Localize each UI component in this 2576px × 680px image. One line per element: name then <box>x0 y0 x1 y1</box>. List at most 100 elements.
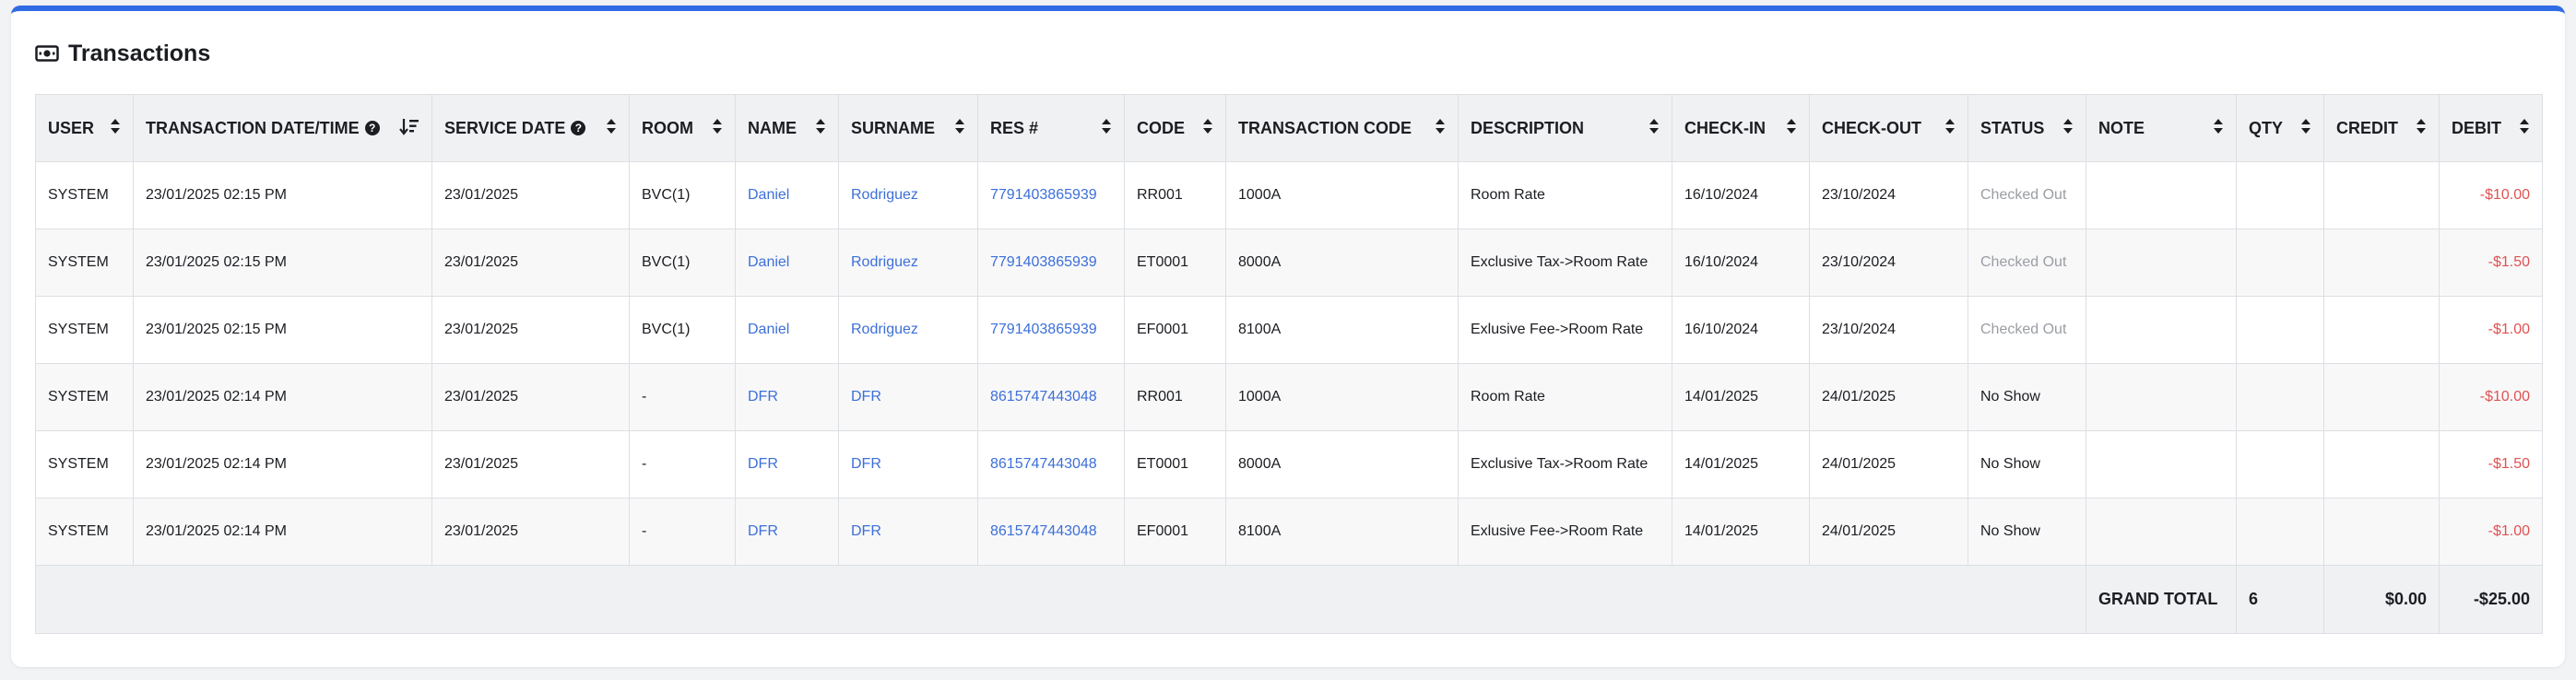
cell-debit: -$1.00 <box>2439 296 2543 364</box>
name-link[interactable]: Daniel <box>748 322 789 337</box>
sort-control[interactable] <box>1648 118 1660 139</box>
column-header-qty[interactable]: QTY <box>2236 94 2324 162</box>
cell-code: ET0001 <box>1124 430 1226 498</box>
cell-name: DFR <box>735 430 839 498</box>
sort-control[interactable] <box>110 118 121 139</box>
cell-res: 7791403865939 <box>977 161 1125 229</box>
sort-control[interactable] <box>954 118 965 139</box>
surname-link[interactable]: Rodriguez <box>851 187 918 203</box>
res-link[interactable]: 7791403865939 <box>990 322 1097 337</box>
cell-surname: Rodriguez <box>838 296 978 364</box>
res-link[interactable]: 8615747443048 <box>990 456 1097 472</box>
sort-control[interactable] <box>1944 118 1956 139</box>
cell-res: 7791403865939 <box>977 296 1125 364</box>
grand-total-qty: 6 <box>2236 565 2324 634</box>
sort-control[interactable] <box>399 117 419 140</box>
cell-checkin: 16/10/2024 <box>1672 296 1810 364</box>
cell-debit: -$10.00 <box>2439 161 2543 229</box>
sort-control[interactable] <box>2213 118 2224 139</box>
column-label: CHECK-OUT <box>1822 118 1921 137</box>
sort-control[interactable] <box>1101 118 1112 139</box>
res-link[interactable]: 8615747443048 <box>990 523 1097 539</box>
column-header-txn-code[interactable]: TRANSACTION CODE <box>1225 94 1459 162</box>
sort-icon <box>816 118 825 134</box>
column-header-checkin[interactable]: CHECK-IN <box>1672 94 1810 162</box>
column-header-txn-datetime[interactable]: TRANSACTION DATE/TIME? <box>133 94 432 162</box>
surname-link[interactable]: DFR <box>851 523 881 539</box>
cell-note <box>2086 498 2237 566</box>
column-header-credit[interactable]: CREDIT <box>2323 94 2440 162</box>
cell-surname: Rodriguez <box>838 161 978 229</box>
column-header-code[interactable]: CODE <box>1124 94 1226 162</box>
cell-code: EF0001 <box>1124 498 1226 566</box>
cell-txn-datetime: 23/01/2025 02:14 PM <box>133 498 432 566</box>
cell-code: ET0001 <box>1124 229 1226 297</box>
column-label: TRANSACTION DATE/TIME <box>146 118 360 137</box>
res-link[interactable]: 7791403865939 <box>990 254 1097 270</box>
res-link[interactable]: 7791403865939 <box>990 187 1097 203</box>
cell-service-date: 23/01/2025 <box>431 161 630 229</box>
transactions-table: USER TRANSACTION DATE/TIME? SERVICE DATE? R… <box>35 94 2543 634</box>
name-link[interactable]: Daniel <box>748 254 789 270</box>
column-label: SERVICE DATE <box>444 118 566 137</box>
name-link[interactable]: DFR <box>748 389 778 404</box>
column-header-description[interactable]: DESCRIPTION <box>1458 94 1672 162</box>
cell-description: Exclusive Tax->Room Rate <box>1458 229 1672 297</box>
column-header-service-date[interactable]: SERVICE DATE? <box>431 94 630 162</box>
column-label: CREDIT <box>2336 118 2398 137</box>
column-header-status[interactable]: STATUS <box>1967 94 2086 162</box>
column-label: CODE <box>1137 118 1186 137</box>
sort-control[interactable] <box>712 118 723 139</box>
column-header-debit[interactable]: DEBIT <box>2439 94 2543 162</box>
cell-credit <box>2323 430 2440 498</box>
table-row: SYSTEM 23/01/2025 02:15 PM 23/01/2025 BVC(1… <box>35 229 2543 297</box>
name-link[interactable]: DFR <box>748 523 778 539</box>
grand-total-debit: -$25.00 <box>2439 565 2543 634</box>
sort-control[interactable] <box>2062 118 2074 139</box>
cell-credit <box>2323 363 2440 431</box>
column-header-note[interactable]: NOTE <box>2086 94 2237 162</box>
cell-debit: -$1.00 <box>2439 498 2543 566</box>
column-header-user[interactable]: USER <box>35 94 134 162</box>
cell-service-date: 23/01/2025 <box>431 363 630 431</box>
column-header-checkout[interactable]: CHECK-OUT <box>1809 94 1968 162</box>
name-link[interactable]: DFR <box>748 456 778 472</box>
sort-control[interactable] <box>2300 118 2311 139</box>
cell-surname: Rodriguez <box>838 229 978 297</box>
sort-control[interactable] <box>1435 118 1446 139</box>
grand-total-row: GRAND TOTAL 6 $0.00 -$25.00 <box>35 565 2543 634</box>
footer-spacer <box>35 565 2086 634</box>
surname-link[interactable]: Rodriguez <box>851 322 918 337</box>
column-header-res[interactable]: RES # <box>977 94 1125 162</box>
column-header-surname[interactable]: SURNAME <box>838 94 978 162</box>
res-link[interactable]: 8615747443048 <box>990 389 1097 404</box>
question-circle-icon[interactable]: ? <box>571 121 586 135</box>
question-circle-icon[interactable]: ? <box>364 121 380 135</box>
sort-control[interactable] <box>606 118 617 139</box>
sort-control[interactable] <box>2519 118 2530 139</box>
name-link[interactable]: Daniel <box>748 187 789 203</box>
sort-icon <box>955 118 964 134</box>
cell-checkout: 24/01/2025 <box>1809 363 1968 431</box>
sort-control[interactable] <box>815 118 826 139</box>
sort-control[interactable] <box>2416 118 2427 139</box>
cell-surname: DFR <box>838 363 978 431</box>
sort-icon <box>2063 118 2073 134</box>
cell-service-date: 23/01/2025 <box>431 430 630 498</box>
surname-link[interactable]: DFR <box>851 456 881 472</box>
sort-icon <box>2301 118 2310 134</box>
cell-txn-code: 8100A <box>1225 498 1459 566</box>
column-header-room[interactable]: ROOM <box>629 94 736 162</box>
column-label: STATUS <box>1980 118 2045 137</box>
cell-txn-datetime: 23/01/2025 02:15 PM <box>133 296 432 364</box>
sort-icon <box>607 118 616 134</box>
cell-checkout: 23/10/2024 <box>1809 229 1968 297</box>
column-header-name[interactable]: NAME <box>735 94 839 162</box>
cell-credit <box>2323 296 2440 364</box>
cell-status: No Show <box>1967 498 2086 566</box>
surname-link[interactable]: Rodriguez <box>851 254 918 270</box>
sort-control[interactable] <box>1202 118 1213 139</box>
sort-control[interactable] <box>1786 118 1797 139</box>
sort-icon <box>2416 118 2426 134</box>
surname-link[interactable]: DFR <box>851 389 881 404</box>
